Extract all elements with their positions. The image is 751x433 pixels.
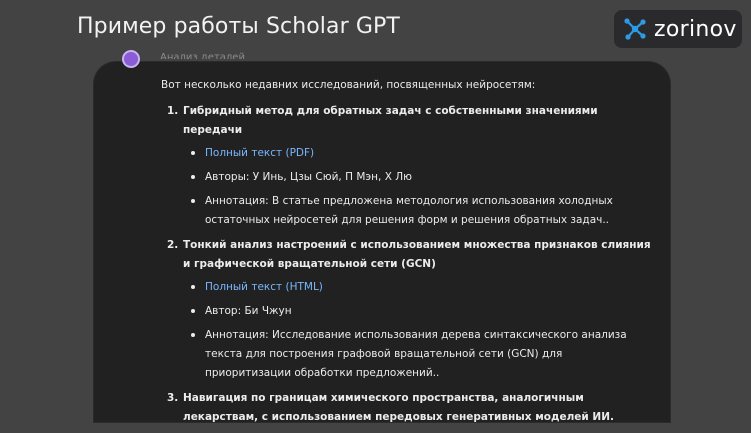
assistant-avatar bbox=[122, 50, 140, 68]
authors-text: Автор: Би Чжун bbox=[205, 305, 292, 317]
bullet-icon bbox=[191, 309, 195, 313]
bullet-icon bbox=[191, 151, 195, 155]
full-text-link[interactable]: Полный текст (PDF) bbox=[205, 147, 314, 159]
brand-logo: zorinov bbox=[614, 10, 742, 48]
paper-item: 2. Тонкий анализ настроений с использова… bbox=[161, 236, 651, 383]
paper-abstract: Аннотация: В статье предложена методолог… bbox=[183, 192, 651, 230]
paper-link-item: Полный текст (PDF) bbox=[183, 144, 651, 163]
paper-authors: Авторы: У Инь, Цзы Сюй, П Мэн, Х Лю bbox=[183, 168, 651, 187]
paper-item: 1. Гибридный метод для обратных задач с … bbox=[161, 102, 651, 230]
paper-details: Полный текст (PDF) Авторы: У Инь, Цзы Сю… bbox=[183, 144, 651, 230]
page-title: Пример работы Scholar GPT bbox=[77, 14, 400, 39]
paper-authors: Автор: Би Чжун bbox=[183, 302, 651, 321]
paper-number: 1. bbox=[167, 105, 179, 117]
abstract-text: Аннотация: В статье предложена методолог… bbox=[205, 195, 613, 226]
message-intro: Вот несколько недавних исследований, пос… bbox=[161, 79, 536, 91]
abstract-text: Аннотация: Исследование использования де… bbox=[205, 329, 627, 379]
brand-name: zorinov bbox=[654, 16, 737, 42]
paper-abstract: Аннотация: Исследование использования де… bbox=[183, 326, 651, 383]
network-logo-icon bbox=[624, 18, 646, 40]
authors-text: Авторы: У Инь, Цзы Сюй, П Мэн, Х Лю bbox=[205, 171, 412, 183]
paper-details: Полный текст (HTML) Автор: Би Чжун Аннот… bbox=[183, 278, 651, 383]
assistant-message: Вот несколько недавних исследований, пос… bbox=[161, 76, 651, 433]
paper-number: 2. bbox=[167, 239, 179, 251]
bullet-icon bbox=[191, 333, 195, 337]
paper-title: Навигация по границам химического простр… bbox=[183, 392, 614, 423]
message-header: Анализ деталей bbox=[160, 52, 245, 59]
paper-number: 3. bbox=[167, 392, 179, 404]
paper-item: 3. Навигация по границам химического про… bbox=[161, 389, 651, 427]
paper-title: Тонкий анализ настроений с использование… bbox=[183, 239, 651, 270]
paper-link-item: Полный текст (HTML) bbox=[183, 278, 651, 297]
paper-list: 1. Гибридный метод для обратных задач с … bbox=[161, 102, 651, 427]
bullet-icon bbox=[191, 285, 195, 289]
bullet-icon bbox=[191, 175, 195, 179]
full-text-link[interactable]: Полный текст (HTML) bbox=[205, 281, 323, 293]
paper-title: Гибридный метод для обратных задач с соб… bbox=[183, 105, 598, 136]
bullet-icon bbox=[191, 199, 195, 203]
